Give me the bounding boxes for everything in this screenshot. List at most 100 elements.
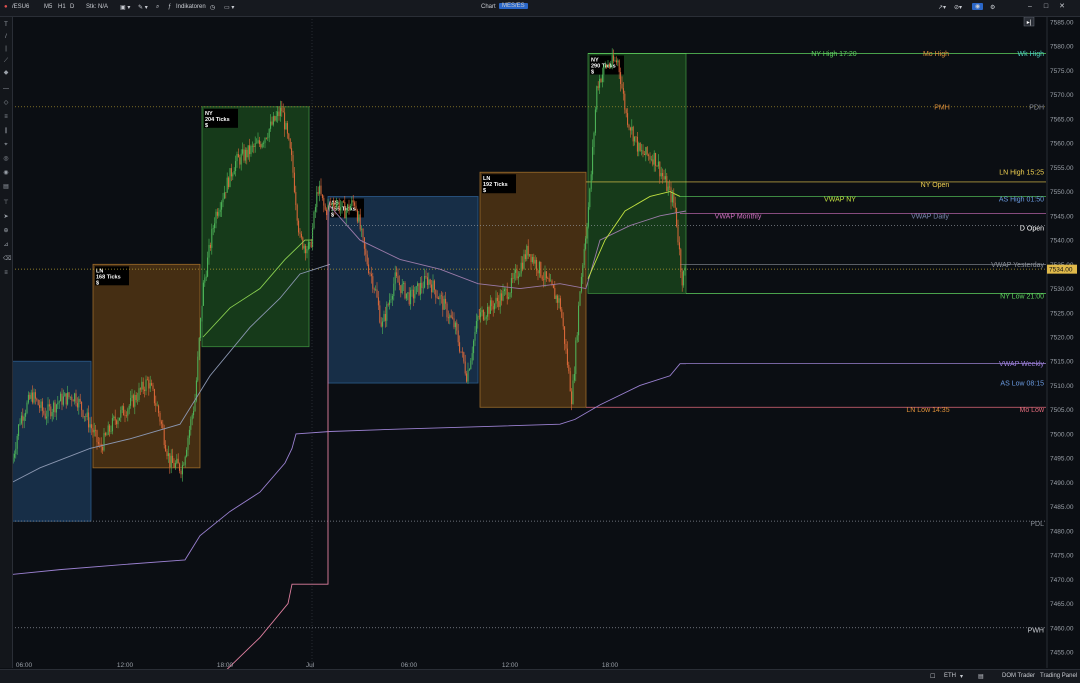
crosshair-icon[interactable]: ↗▾ bbox=[938, 4, 946, 11]
zoom-icon[interactable]: ⌕ bbox=[156, 4, 159, 11]
candle-body bbox=[520, 262, 522, 274]
session-icon[interactable]: ☐ bbox=[930, 673, 935, 680]
candle-body bbox=[121, 406, 123, 411]
ray-tool-icon[interactable]: ⟋ bbox=[3, 58, 9, 64]
candle-body bbox=[656, 165, 658, 167]
indicators-button[interactable]: Indikatoren bbox=[176, 4, 206, 10]
draw-icon[interactable]: ✎ ▾ bbox=[138, 4, 148, 11]
price-tick-label: 7585.00 bbox=[1050, 20, 1074, 27]
symbol-selector[interactable]: /ESU6 bbox=[12, 4, 29, 10]
candle-body bbox=[634, 136, 636, 142]
trading-panel-button[interactable]: Trading Panel bbox=[1040, 673, 1077, 679]
fib-tool-icon[interactable]: ≡ bbox=[3, 114, 9, 120]
candle-body bbox=[291, 148, 293, 156]
window-title: Chart bbox=[481, 4, 496, 10]
price-tick-label: 7560.00 bbox=[1050, 141, 1074, 148]
timeframe-h1-button[interactable]: H1 bbox=[58, 4, 66, 10]
candle-body bbox=[433, 280, 435, 290]
layout-icon[interactable]: ▭ ▾ bbox=[224, 4, 234, 11]
measure-tool-icon[interactable]: ⌖ bbox=[3, 142, 9, 148]
interval-selector[interactable]: M5 bbox=[44, 4, 52, 10]
minimize-icon[interactable]: – bbox=[1026, 3, 1034, 11]
candle-body bbox=[517, 276, 519, 279]
shape-tool-icon[interactable]: ◇ bbox=[3, 100, 9, 106]
candle-body bbox=[155, 403, 157, 406]
candle-body bbox=[361, 228, 363, 230]
candle-body bbox=[326, 209, 328, 216]
candle-body bbox=[40, 401, 42, 408]
trash-icon[interactable]: ⌫ bbox=[3, 256, 11, 262]
candle-body bbox=[410, 290, 412, 305]
candle-body bbox=[113, 416, 115, 419]
candle-body bbox=[467, 370, 469, 382]
candle-body bbox=[642, 150, 644, 154]
magnet-icon[interactable]: ◎ bbox=[3, 156, 9, 162]
candle-body bbox=[68, 392, 70, 398]
candle-body bbox=[146, 379, 148, 381]
chart-type-icon[interactable]: ▣ ▾ bbox=[120, 4, 130, 11]
candle-body bbox=[648, 154, 650, 156]
indicators-icon[interactable]: ƒ bbox=[168, 4, 171, 10]
line-tool-icon[interactable]: / bbox=[3, 34, 9, 40]
price-tick-label: 7520.00 bbox=[1050, 335, 1074, 342]
candle-body bbox=[208, 244, 210, 258]
calendar-icon[interactable]: ▤ bbox=[978, 673, 984, 680]
timeframe-d-button[interactable]: D bbox=[70, 4, 74, 10]
candle-body bbox=[130, 398, 132, 406]
strike-label[interactable]: Stk: N/A bbox=[86, 4, 108, 10]
candle-body bbox=[183, 464, 185, 466]
lock-icon[interactable]: ▤ bbox=[3, 184, 9, 190]
candle-body bbox=[89, 424, 91, 428]
status-bar: ☐ ETH ▾ ▤ DOM Trader Trading Panel bbox=[0, 669, 1080, 683]
candle-body bbox=[226, 177, 228, 193]
arrow-tool-icon[interactable]: ➤ bbox=[3, 214, 9, 220]
candle-body bbox=[659, 161, 661, 177]
price-tick-label: 7465.00 bbox=[1050, 601, 1074, 608]
maximize-icon[interactable]: □ bbox=[1042, 3, 1050, 11]
brush-tool-icon[interactable]: ◆ bbox=[3, 70, 9, 76]
candle-body bbox=[351, 200, 353, 206]
candle-body bbox=[459, 342, 461, 352]
candle-body bbox=[380, 322, 382, 327]
candle-body bbox=[681, 271, 683, 286]
horizontal-line-icon[interactable]: — bbox=[3, 86, 9, 92]
candle-body bbox=[391, 296, 393, 300]
candle-body bbox=[390, 299, 392, 301]
camera-icon[interactable]: ◉ bbox=[972, 3, 984, 10]
session-sub: $ bbox=[331, 212, 334, 218]
candle-body bbox=[137, 399, 139, 401]
more-tools-icon[interactable]: ≡ bbox=[3, 270, 9, 276]
icon-tool-icon[interactable]: ⊕ bbox=[3, 228, 9, 234]
price-chart[interactable]: LN168 Ticks$NY204 Ticks$AS155 Ticks$LN19… bbox=[0, 0, 1080, 682]
candle-body bbox=[309, 242, 311, 243]
eth-selector[interactable]: ETH bbox=[944, 673, 956, 679]
candle-body bbox=[477, 316, 479, 321]
candle-body bbox=[536, 259, 538, 271]
candle-body bbox=[548, 278, 550, 282]
price-axis[interactable] bbox=[1047, 16, 1080, 668]
candle-body bbox=[527, 245, 529, 256]
close-icon[interactable]: ✕ bbox=[1058, 3, 1066, 11]
candle-body bbox=[663, 176, 665, 180]
candle-body bbox=[631, 126, 633, 131]
settings-icon[interactable]: ⚙ bbox=[990, 4, 995, 11]
candle-body bbox=[403, 282, 405, 284]
level-label: Mo Low bbox=[1019, 407, 1044, 414]
level-label: VWAP Monthly bbox=[715, 213, 762, 220]
alert-icon[interactable]: ◷ bbox=[210, 4, 215, 11]
dom-trader-button[interactable]: DOM Trader bbox=[1002, 673, 1035, 679]
channel-tool-icon[interactable]: ∥ bbox=[3, 128, 9, 134]
candle-body bbox=[32, 392, 34, 403]
text-tool-icon[interactable]: T bbox=[3, 22, 9, 28]
candle-body bbox=[50, 406, 52, 417]
eth-chevron-icon[interactable]: ▾ bbox=[960, 673, 963, 680]
link-icon[interactable]: ⊘▾ bbox=[954, 4, 962, 11]
candle-body bbox=[125, 415, 127, 417]
candle-body bbox=[313, 211, 315, 229]
price-tick-label: 7490.00 bbox=[1050, 480, 1074, 487]
eye-icon[interactable]: ◉ bbox=[3, 170, 9, 176]
level-label: LN High 15:25 bbox=[999, 170, 1044, 177]
vertical-line-icon[interactable]: | bbox=[3, 46, 9, 52]
cursor-tool-icon[interactable]: ⊤ bbox=[3, 200, 9, 206]
ruler-tool-icon[interactable]: ⊿ bbox=[3, 242, 9, 248]
